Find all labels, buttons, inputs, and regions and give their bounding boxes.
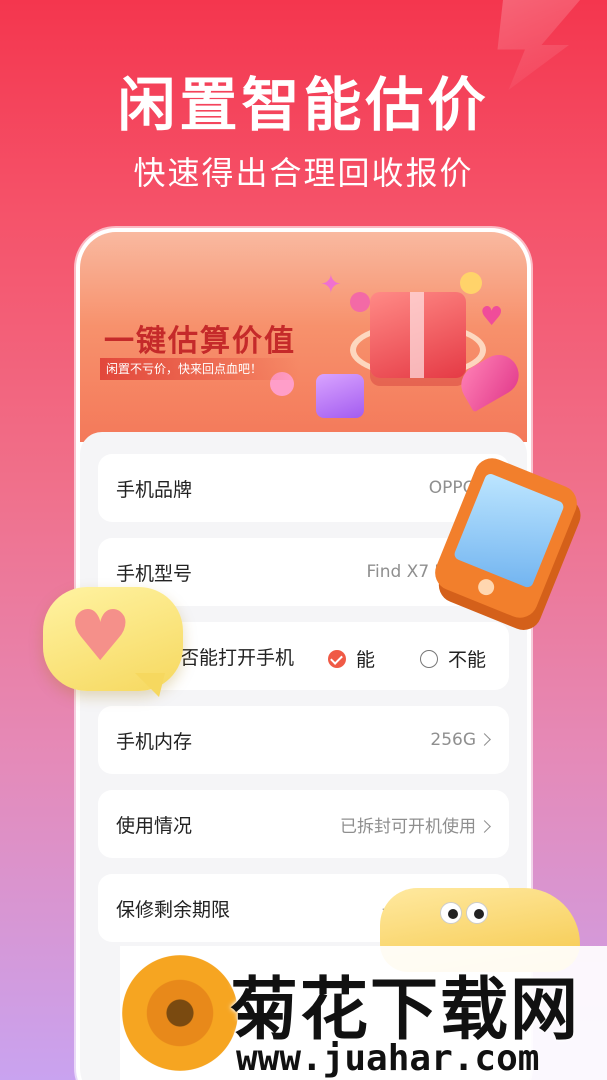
brand-row[interactable]: 手机品牌 OPPO (98, 454, 509, 522)
sparkle-icon: ✦ (320, 270, 342, 300)
row-value: 256G (430, 730, 491, 750)
row-label: 手机内存 (116, 730, 193, 753)
heart-icon: ♥ (480, 302, 504, 332)
row-label: 否能打开手机 (180, 646, 295, 669)
row-label: 使用情况 (116, 814, 193, 837)
radio-checked-icon (328, 649, 346, 668)
banner-tagline: 闲置不亏价，快来回点血吧！ (100, 358, 300, 380)
promo-headline: 闲置智能估价 (117, 71, 490, 139)
decorative-ball (350, 292, 370, 312)
row-value: 已拆封可开机使用 (340, 812, 491, 837)
row-label: 保修剩余期限 (116, 898, 231, 921)
watermark-url: www.juahar.com (236, 1038, 540, 1079)
chevron-right-icon (478, 733, 491, 746)
storage-row[interactable]: 手机内存 256G (98, 706, 509, 774)
eye-icon (440, 902, 462, 924)
eye-icon (466, 902, 488, 924)
option-no[interactable]: 不能 (420, 645, 486, 672)
promo-subhead: 快速得出合理回收报价 (133, 154, 474, 192)
heart-bubble-icon: ♥ (43, 587, 183, 691)
row-label: 手机品牌 (116, 478, 193, 501)
row-label: 手机型号 (116, 562, 193, 585)
condition-row[interactable]: 使用情况 已拆封可开机使用 (98, 790, 509, 858)
valuation-banner: ✦ ♥ 一键估算价值 闲置不亏价，快来回点血吧！ (80, 232, 527, 442)
home-button (475, 576, 497, 598)
gift-box-icon (370, 292, 466, 378)
chevron-right-icon (478, 819, 491, 833)
flower-logo-icon (122, 955, 238, 1071)
decorative-ball (460, 272, 482, 294)
option-yes[interactable]: 能 (328, 645, 375, 672)
small-gift-icon (316, 374, 364, 418)
radio-unchecked-icon (420, 649, 438, 668)
phone-screen (452, 472, 566, 589)
heart-icon: ♥ (69, 595, 132, 677)
banner-title: 一键估算价值 (104, 324, 296, 359)
